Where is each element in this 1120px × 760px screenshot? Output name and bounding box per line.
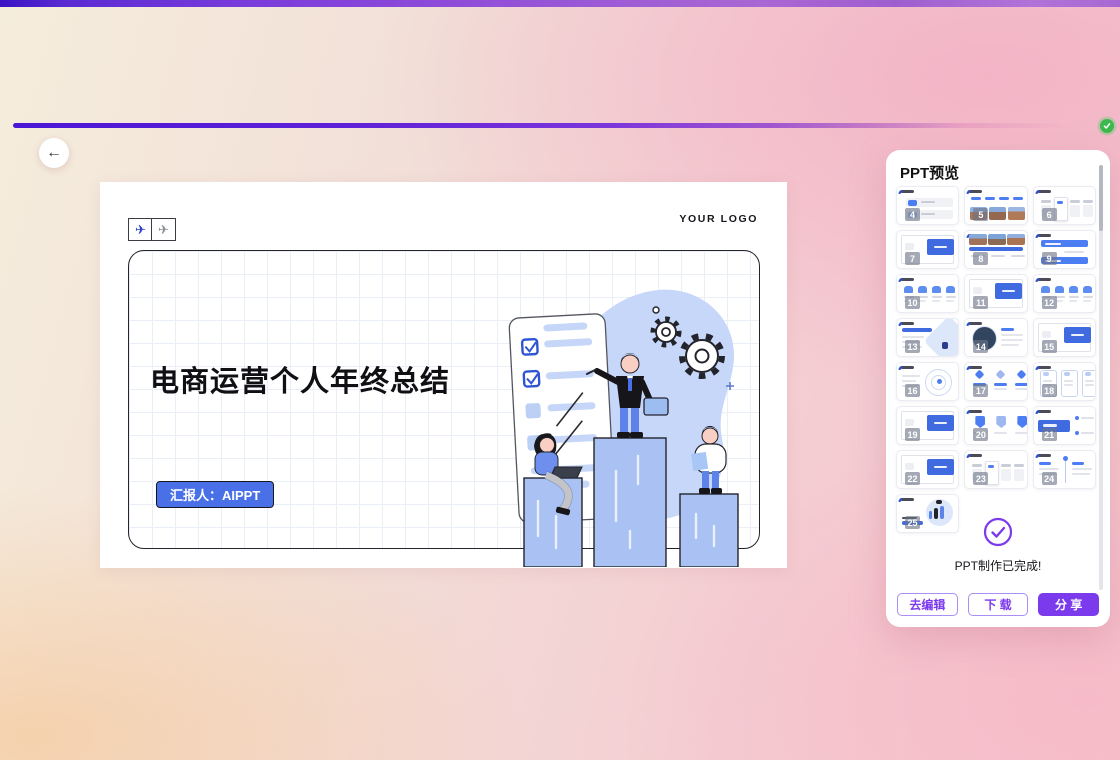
slide-thumbnail[interactable]: 21 [1033,406,1096,445]
slide-number-badge: 23 [973,472,988,485]
slide-number-badge: 21 [1042,428,1057,441]
slide-number-badge: 15 [1042,340,1057,353]
slide-thumbnail[interactable]: 14 [964,318,1027,357]
slide-thumbnail[interactable]: 22 [896,450,959,489]
slide-number-badge: 13 [905,340,920,353]
slide-thumbnail[interactable]: 20 [964,406,1027,445]
app-background: { "header": { "back_glyph": "←" }, "slid… [0,0,1120,760]
edit-button[interactable]: 去编辑 [897,593,958,616]
slide-number-badge: 10 [905,296,920,309]
slide-number-badge: 11 [973,296,988,309]
slide-thumbnail[interactable]: 23 [964,450,1027,489]
slide-thumbnail[interactable]: 24 [1033,450,1096,489]
thumbnail-grid: 4 5 6 7 8 9 10 11 12 13 14 15 16 17 18 19 20 21 22 23 24 25 [896,186,1096,533]
slide-number-badge: 22 [905,472,920,485]
slide-number-badge: 8 [973,252,988,265]
slide-thumbnail[interactable]: 16 [896,362,959,401]
scrollbar-thumb[interactable] [1099,165,1103,231]
slide-number-badge: 6 [1042,208,1057,221]
share-button[interactable]: 分 享 [1038,593,1099,616]
slide-logo-text: YOUR LOGO [679,213,758,225]
slide-number-badge: 5 [973,208,988,221]
slide-number-badge: 14 [973,340,988,353]
slide-number-badge: 17 [973,384,988,397]
download-button[interactable]: 下 载 [968,593,1029,616]
slide-number-badge: 16 [905,384,920,397]
slide-thumbnail[interactable]: 13 [896,318,959,357]
slide-thumbnail[interactable]: 11 [964,274,1027,313]
back-icon: ← [46,144,62,162]
check-circle-icon [983,517,1013,547]
panel-title: PPT预览 [900,162,959,183]
slide-thumbnail[interactable]: 15 [1033,318,1096,357]
slide-number-badge: 12 [1042,296,1057,309]
status-text: PPT制作已完成! [886,557,1110,574]
slide-thumbnail[interactable]: 17 [964,362,1027,401]
slide-number-badge: 18 [1042,384,1057,397]
slide-thumbnail[interactable]: 5 [964,186,1027,225]
generation-progress-bar [13,123,1093,128]
slide-thumbnail[interactable]: 12 [1033,274,1096,313]
slide-number-badge: 4 [905,208,920,221]
back-button[interactable]: ← [39,138,69,168]
slide-number-badge: 25 [905,516,920,529]
top-accent-bar [0,0,1120,7]
slide-thumbnail[interactable]: 9 [1033,230,1096,269]
plane-gray-icon: ✈ [151,218,176,241]
slide-thumbnail[interactable]: 7 [896,230,959,269]
slide-number-badge: 9 [1042,252,1057,265]
ppt-preview-panel: PPT预览 4 5 6 7 8 9 10 11 12 13 14 15 16 17 18 19 20 21 22 23… [886,150,1110,627]
slide-thumbnail[interactable]: 6 [1033,186,1096,225]
progress-complete-icon [1100,119,1114,133]
slide-title: 电商运营个人年终总结 [150,358,450,400]
slide-thumbnail[interactable]: 8 [964,230,1027,269]
slide-number-badge: 20 [973,428,988,441]
slide-preview: ✈ ✈ YOUR LOGO 电商运营个人年终总结 汇报人：AIPPT [100,182,787,568]
plane-blue-icon: ✈ [128,218,153,241]
slide-number-badge: 7 [905,252,920,265]
slide-number-badge: 19 [905,428,920,441]
slide-thumbnail[interactable]: 4 [896,186,959,225]
slide-illustration [498,286,760,567]
action-buttons: 去编辑 下 载 分 享 [897,593,1099,616]
slide-thumbnail[interactable]: 19 [896,406,959,445]
slide-number-badge: 24 [1042,472,1057,485]
slide-thumbnail[interactable]: 18 [1033,362,1096,401]
presenter-badge: 汇报人：AIPPT [156,481,274,508]
slide-thumbnail[interactable]: 10 [896,274,959,313]
